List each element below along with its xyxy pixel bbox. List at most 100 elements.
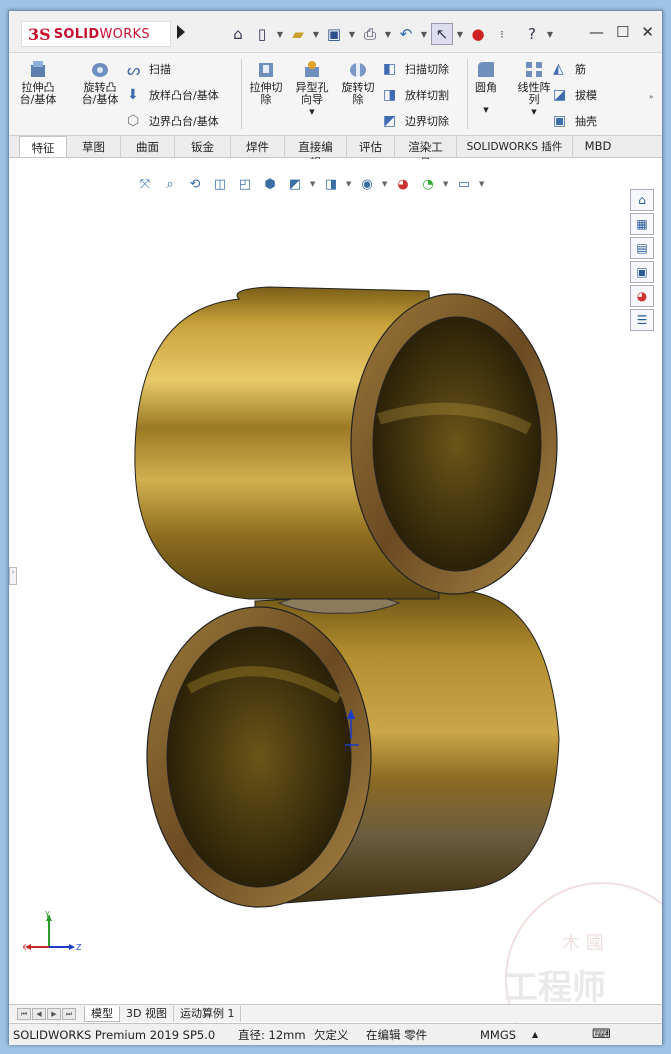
sweep-icon: ᔕ: [127, 61, 141, 79]
solidworks-logo[interactable]: 3S SOLIDWORKS: [21, 21, 171, 47]
feature-manager-expand-handle[interactable]: ›: [9, 567, 17, 585]
tab-model[interactable]: 模型: [84, 1005, 120, 1022]
open-dropdown-icon[interactable]: ▼: [311, 23, 321, 45]
status-units[interactable]: MMGS: [480, 1028, 532, 1042]
print-icon[interactable]: ⎙: [359, 23, 381, 45]
select-dropdown-icon[interactable]: ▼: [455, 23, 465, 45]
apply-scene-icon[interactable]: ◕: [393, 175, 413, 193]
hole-wizard-button[interactable]: 异型孔 向导 ▼: [287, 59, 337, 118]
hole-wizard-icon: [305, 61, 319, 77]
undo-icon[interactable]: ↶: [395, 23, 417, 45]
swept-cut-button[interactable]: ◧ 扫描切除: [383, 61, 449, 77]
graphics-area[interactable]: ⤧ ⌕ ⟲ ◫ ◰ ⬢ ◩ ▼ ◨ ▼ ◉ ▼ ◕ ◔ ▼ ▭ ▼ ⌂ ▦ ▤ …: [9, 159, 662, 1039]
render-tools-icon[interactable]: ◔: [418, 175, 438, 193]
file-properties-icon[interactable]: ⁝: [491, 23, 513, 45]
save-dropdown-icon[interactable]: ▼: [347, 23, 357, 45]
appearances-scenes-icon[interactable]: ◕: [630, 285, 654, 307]
extrude-cut-button[interactable]: 拉伸切 除: [241, 59, 291, 106]
dynamic-annotation-icon[interactable]: ◰: [235, 175, 255, 193]
linear-pattern-button[interactable]: 线性阵 列 ▼: [509, 59, 559, 118]
hide-show-dropdown-icon[interactable]: ▼: [346, 180, 352, 188]
tab-motion-study[interactable]: 运动算例 1: [174, 1005, 242, 1022]
select-cursor-icon[interactable]: ↖: [431, 23, 453, 45]
units-arrow-icon[interactable]: ▲: [532, 1030, 592, 1039]
tab-sketch[interactable]: 草图: [67, 136, 121, 157]
first-tab-icon[interactable]: ⏮: [17, 1007, 31, 1020]
customize-status-icon[interactable]: ⌨: [592, 1027, 611, 1042]
lofted-cut-button[interactable]: ◨ 放样切割: [383, 87, 449, 103]
tab-mbd[interactable]: MBD: [573, 136, 623, 157]
close-icon[interactable]: ✕: [641, 23, 654, 41]
boundary-boss-button[interactable]: ⬡ 边界凸台/基体: [127, 113, 219, 129]
home-icon[interactable]: ⌂: [227, 23, 249, 45]
revolve-cut-icon: [350, 63, 366, 77]
brass-tube-model[interactable]: +: [109, 269, 579, 919]
zoom-to-area-icon[interactable]: ⌕: [160, 175, 180, 193]
logo-ds-mark: 3S: [28, 24, 51, 44]
print-dropdown-icon[interactable]: ▼: [383, 23, 393, 45]
triad-z-label: Z: [76, 943, 82, 952]
view-settings-icon[interactable]: ▭: [454, 175, 474, 193]
display-style-icon[interactable]: ◩: [285, 175, 305, 193]
help-dropdown-icon[interactable]: ▼: [545, 23, 555, 45]
quick-access-toolbar: ⌂ ▯ ▼ ▰ ▼ ▣ ▼ ⎙ ▼ ↶ ▼ ↖ ▼ ● ⁝ ? ▼: [227, 23, 555, 45]
tab-features[interactable]: 特征: [19, 136, 67, 157]
last-tab-icon[interactable]: ⏭: [62, 1007, 76, 1020]
display-style-dropdown-icon[interactable]: ▼: [310, 180, 316, 188]
tab-weldments[interactable]: 焊件: [231, 136, 285, 157]
loft-boss-label: 放样凸台/基体: [149, 89, 219, 102]
hide-show-items-icon[interactable]: ◨: [321, 175, 341, 193]
maximize-icon[interactable]: ☐: [616, 23, 629, 41]
rib-icon: ◭: [553, 61, 564, 77]
file-explorer-icon[interactable]: ▤: [630, 237, 654, 259]
rebuild-traffic-light-icon[interactable]: ●: [467, 23, 489, 45]
tab-sheet-metal[interactable]: 钣金: [175, 136, 231, 157]
ribbon-more-icon[interactable]: »: [649, 93, 653, 101]
minimize-icon[interactable]: —: [589, 23, 604, 41]
next-tab-icon[interactable]: ▶: [47, 1007, 61, 1020]
open-folder-icon[interactable]: ▰: [287, 23, 309, 45]
zoom-to-fit-icon[interactable]: ⤧: [135, 175, 155, 193]
help-icon[interactable]: ?: [521, 23, 543, 45]
fillet-button[interactable]: 圆角 ▼: [461, 59, 511, 116]
hole-wizard-dropdown-icon[interactable]: ▼: [287, 106, 337, 118]
fillet-dropdown-icon[interactable]: ▼: [461, 104, 511, 116]
tab-render-tools[interactable]: 渲染工具: [395, 136, 457, 170]
edit-appearance-icon[interactable]: ◉: [357, 175, 377, 193]
revolve-cut-button[interactable]: 旋转切 除: [333, 59, 383, 106]
tab-solidworks-addins[interactable]: SOLIDWORKS 插件: [457, 136, 573, 157]
tab-3d-views[interactable]: 3D 视图: [120, 1005, 174, 1022]
tab-direct-editing[interactable]: 直接编辑: [285, 136, 347, 170]
sweep-button[interactable]: ᔕ 扫描: [127, 61, 171, 79]
extrude-boss-button[interactable]: 拉伸凸 台/基体: [13, 59, 63, 106]
view-settings-dropdown-icon[interactable]: ▼: [479, 180, 485, 188]
draft-button[interactable]: ◪ 拔模: [553, 87, 597, 103]
new-dropdown-icon[interactable]: ▼: [275, 23, 285, 45]
menu-expand-arrow-icon[interactable]: [177, 25, 185, 39]
linear-pattern-dropdown-icon[interactable]: ▼: [509, 106, 559, 118]
rib-button[interactable]: ◭ 筋: [553, 61, 586, 77]
section-view-icon[interactable]: ◫: [210, 175, 230, 193]
design-library-icon[interactable]: ▦: [630, 213, 654, 235]
command-manager-ribbon: 拉伸凸 台/基体 旋转凸 台/基体 ᔕ 扫描 ⬇ 放样凸台/基体 ⬡ 边界凸台/…: [9, 53, 662, 136]
revolve-boss-button[interactable]: 旋转凸 台/基体: [75, 59, 125, 106]
appearance-dropdown-icon[interactable]: ▼: [382, 180, 388, 188]
custom-properties-icon[interactable]: ☰: [630, 309, 654, 331]
tab-evaluate[interactable]: 评估: [347, 136, 395, 157]
view-orientation-icon[interactable]: ⬢: [260, 175, 280, 193]
loft-boss-button[interactable]: ⬇ 放样凸台/基体: [127, 87, 219, 103]
boundary-cut-button[interactable]: ◩ 边界切除: [383, 113, 449, 129]
lofted-cut-icon: ◨: [383, 87, 397, 103]
new-document-icon[interactable]: ▯: [251, 23, 273, 45]
scene-dropdown-icon[interactable]: ▼: [443, 180, 449, 188]
previous-view-icon[interactable]: ⟲: [185, 175, 205, 193]
revolve-boss-label: 旋转凸 台/基体: [81, 81, 119, 106]
shell-button[interactable]: ▣ 抽壳: [553, 113, 597, 129]
shell-label: 抽壳: [575, 115, 597, 128]
view-palette-icon[interactable]: ▣: [630, 261, 654, 283]
task-pane-home-icon[interactable]: ⌂: [630, 189, 654, 211]
save-icon[interactable]: ▣: [323, 23, 345, 45]
undo-dropdown-icon[interactable]: ▼: [419, 23, 429, 45]
tab-surfaces[interactable]: 曲面: [121, 136, 175, 157]
prev-tab-icon[interactable]: ◀: [32, 1007, 46, 1020]
